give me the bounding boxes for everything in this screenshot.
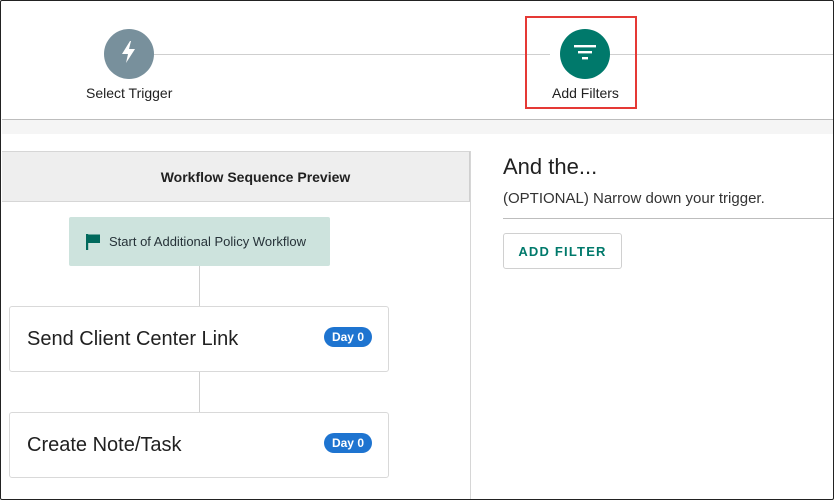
stepper-connector <box>604 54 833 55</box>
step-label: Select Trigger <box>86 85 173 101</box>
step-circle <box>104 29 155 79</box>
start-node[interactable]: Start of Additional Policy Workflow <box>69 217 330 266</box>
sequence-step-card[interactable]: Send Client Center Link Day 0 <box>9 306 389 372</box>
add-filter-button[interactable]: ADD FILTER <box>503 233 622 269</box>
step-label: Add Filters <box>552 85 619 101</box>
filters-panel: And the... (OPTIONAL) Narrow down your t… <box>471 134 833 499</box>
flag-icon <box>85 233 101 250</box>
step-add-filters[interactable]: Add Filters <box>552 29 619 101</box>
lightning-bolt-icon <box>118 40 140 69</box>
card-title: Send Client Center Link <box>27 327 239 350</box>
separator-band <box>2 120 833 134</box>
workflow-stepper: Select Trigger Add Filters <box>2 2 833 120</box>
preview-header: Workflow Sequence Preview <box>2 151 470 202</box>
app-frame: Select Trigger Add Filters Workflow Sequ… <box>0 0 834 500</box>
filters-divider <box>503 218 833 219</box>
sequence-connector <box>199 266 200 306</box>
sequence-connector <box>199 372 200 412</box>
filters-description: (OPTIONAL) Narrow down your trigger. <box>503 190 765 207</box>
day-badge: Day 0 <box>323 433 372 453</box>
step-circle <box>560 29 611 79</box>
step-select-trigger[interactable]: Select Trigger <box>86 29 172 101</box>
start-node-label: Start of Additional Policy Workflow <box>109 234 307 249</box>
sequence-step-card[interactable]: Create Note/Task Day 0 <box>9 412 389 478</box>
workflow-sequence-preview: Workflow Sequence Preview Start of Addit… <box>2 151 471 499</box>
card-title: Create Note/Task <box>27 433 182 456</box>
preview-title: Workflow Sequence Preview <box>160 168 351 185</box>
day-badge: Day 0 <box>323 327 372 347</box>
stepper-connector <box>150 54 550 55</box>
filter-icon <box>574 44 597 65</box>
filters-heading: And the... <box>503 154 598 179</box>
